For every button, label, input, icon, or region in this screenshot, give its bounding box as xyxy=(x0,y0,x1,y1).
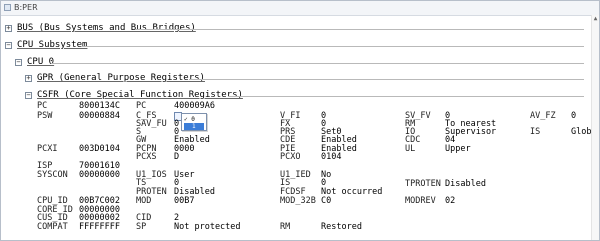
field-value[interactable]: Restored xyxy=(321,222,362,232)
reg-value[interactable]: 00000000 xyxy=(79,170,120,180)
divider xyxy=(189,79,584,80)
field-name: IS xyxy=(530,127,541,137)
group-label-gpr: GPR (General Purpose Registers) xyxy=(37,73,205,83)
group-cpu0[interactable]: − CPU 0 xyxy=(15,56,54,68)
check-icon: ✓ xyxy=(184,116,188,123)
divider xyxy=(81,46,584,47)
group-label-cpu-subsystem: CPU Subsystem xyxy=(17,40,88,50)
scroll-up-icon[interactable]: ▲ xyxy=(592,16,599,22)
divider xyxy=(51,63,584,64)
field-name: MOD_32B xyxy=(280,196,316,206)
group-csfr[interactable]: − CSFR (Core Special Function Registers) xyxy=(25,89,243,101)
reg-name: COMPAT xyxy=(37,222,68,232)
expand-icon[interactable]: + xyxy=(25,74,32,82)
dropdown-option-label: 1 xyxy=(192,123,196,130)
field-name: AV_FZ xyxy=(530,111,556,121)
title-bar: B:PER xyxy=(1,1,599,16)
field-value[interactable]: 400009A6 xyxy=(174,101,215,111)
field-value[interactable]: Not protected xyxy=(174,222,241,232)
group-cpu-subsystem[interactable]: − CPU Subsystem xyxy=(5,39,87,51)
expand-icon[interactable]: + xyxy=(5,24,12,32)
field-value[interactable]: Upper xyxy=(445,144,471,154)
field-value[interactable]: 00B7 xyxy=(174,196,194,206)
divider xyxy=(135,29,584,30)
field-name: UL xyxy=(405,144,416,154)
field-value[interactable]: Disabled xyxy=(445,179,486,189)
group-gpr[interactable]: + GPR (General Purpose Registers) xyxy=(25,72,205,84)
field-name: RM xyxy=(280,222,291,232)
group-label-cpu0: CPU 0 xyxy=(27,57,55,67)
field-value[interactable]: 0 xyxy=(571,111,576,121)
collapse-icon[interactable]: − xyxy=(15,58,22,66)
field-name: MODREV xyxy=(405,196,436,206)
field-value[interactable]: 02 xyxy=(445,196,455,206)
dropdown-option-selected[interactable]: 1 xyxy=(184,123,204,130)
reg-name: SYSCON xyxy=(37,170,68,180)
reg-value[interactable]: 00000884 xyxy=(79,111,120,121)
field-value[interactable]: D xyxy=(174,152,179,162)
field-name: PC xyxy=(136,101,147,111)
field-value[interactable]: Glob xyxy=(571,127,591,137)
window-title: B:PER xyxy=(14,3,38,12)
field-value[interactable]: 0104 xyxy=(321,152,341,162)
dropdown-option[interactable]: ✓ 0 xyxy=(184,116,204,123)
window-icon xyxy=(4,4,11,11)
group-bus[interactable]: + BUS (Bus Systems and Bus Bridges) xyxy=(5,22,196,34)
reg-name: PC xyxy=(37,101,48,111)
reg-name: PCXI xyxy=(37,144,58,154)
field-name: SP xyxy=(136,222,147,232)
reg-value[interactable]: 003D0104 xyxy=(79,144,120,154)
reg-name: PSW xyxy=(37,111,53,121)
field-name: PCXS xyxy=(136,152,157,162)
dropdown-option-label: 0 xyxy=(191,116,195,123)
field-value[interactable]: C0 xyxy=(321,196,331,206)
reg-value[interactable]: FFFFFFFF xyxy=(79,222,120,232)
group-label-csfr: CSFR (Core Special Function Registers) xyxy=(37,90,243,100)
group-label-bus: BUS (Bus Systems and Bus Bridges) xyxy=(17,23,196,33)
collapse-icon[interactable]: − xyxy=(5,41,12,49)
divider xyxy=(228,96,584,97)
reg-value[interactable]: 8000134C xyxy=(79,101,120,111)
field-name: MOD xyxy=(136,196,152,206)
collapse-icon[interactable]: − xyxy=(25,91,32,99)
field-name: TPROTEN xyxy=(405,179,441,189)
value-dropdown-popup[interactable]: ✓ 0 1 xyxy=(181,113,207,131)
field-name: PCXO xyxy=(280,152,301,162)
peripheral-window: B:PER ▲ + BUS (Bus Systems and Bus Bridg… xyxy=(0,0,600,241)
vertical-scrollbar[interactable] xyxy=(591,15,599,240)
